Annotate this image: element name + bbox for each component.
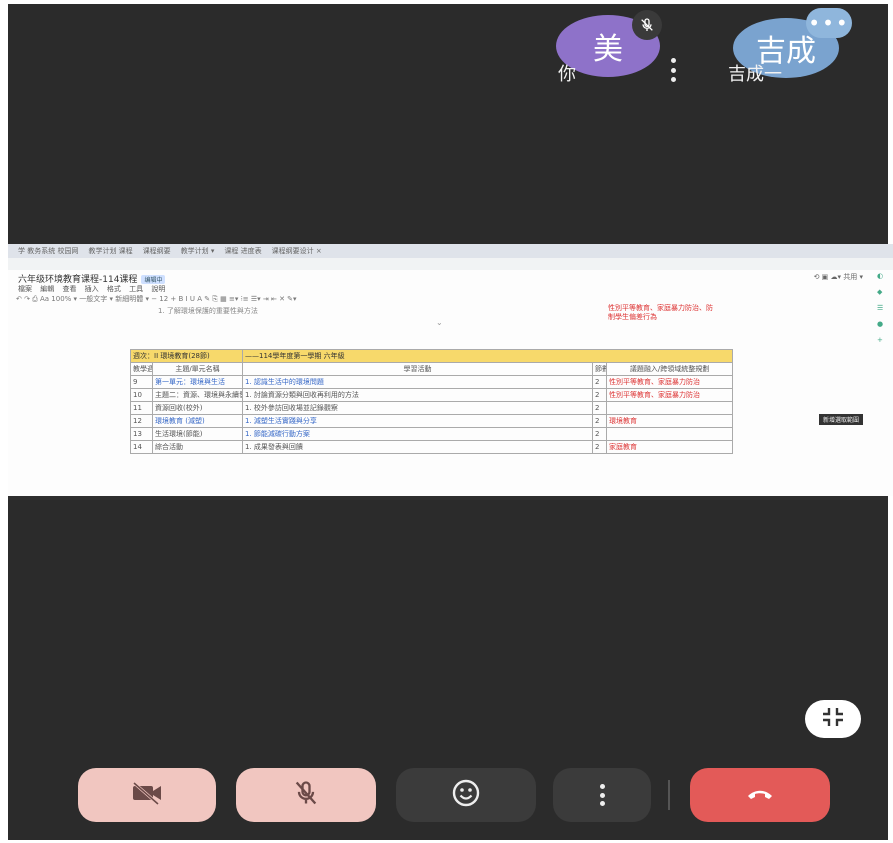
column-header: 主題/單元名稱: [151, 362, 244, 376]
document-note: 1. 了解環境保護的重要性與方法: [158, 307, 258, 315]
document-share-controls: ⟲ ▣ ☁▾ 共用 ▾: [813, 273, 863, 281]
table-cell: 家庭教育: [606, 440, 734, 454]
table-cell: [606, 427, 734, 441]
mic-off-icon: [292, 779, 320, 811]
table-cell: 13: [130, 427, 153, 441]
section-subtitle: ——114學年度第一學期 六年級: [242, 349, 734, 363]
table-cell: 14: [130, 440, 153, 454]
browser-tab: 课程 进度表: [224, 247, 262, 255]
emoji-icon: [451, 778, 481, 812]
browser-tab: 教学计划 课程: [88, 247, 133, 255]
table-cell: 主題二：資源、環境與永續發展: [151, 388, 244, 402]
side-panel-icon: ●: [877, 320, 884, 328]
table-section-header: 週次：II 環境教育(28節) ——114學年度第一學期 六年級: [129, 349, 734, 363]
table-row: 12 環境教育 (減塑) 1. 減塑生活實踐與分享 2 環境教育: [130, 414, 734, 428]
table-row: 10 主題二：資源、環境與永續發展 1. 討論資源分類與回收再利用的方法 2 性…: [130, 388, 734, 402]
side-panel-icon: ◆: [877, 288, 883, 296]
table-header-row: 教學週次 主題/單元名稱 學習活動 節數 議題融入/跨領域統整規劃: [130, 362, 734, 376]
table-row: 11 資源回收(校外) 1. 校外參訪回收場並記錄觀察 2: [130, 401, 734, 415]
table-cell: 2: [592, 375, 608, 389]
table-cell: 10: [130, 388, 153, 402]
browser-tab: 课程纲要: [142, 247, 171, 255]
table-cell: 生活環境(節能): [151, 427, 244, 441]
browser-tab: 教学计划 ▾: [180, 247, 215, 255]
table-cell: 2: [592, 427, 608, 441]
side-panel-icon: ◐: [877, 272, 884, 280]
table-row: 13 生活環境(節能) 1. 節能減碳行動方案 2: [130, 427, 734, 441]
more-horizontal-icon[interactable]: •••: [806, 8, 852, 38]
table-cell: 第一單元：環境與生活: [151, 375, 244, 389]
control-divider: [668, 780, 670, 810]
column-header: 學習活動: [242, 362, 594, 376]
camera-off-icon: [130, 781, 164, 809]
end-call-button[interactable]: [690, 768, 830, 822]
table-cell: 性別平等教育、家庭暴力防治: [606, 375, 734, 389]
table-cell: 1. 節能減碳行動方案: [242, 427, 594, 441]
table-cell: 資源回收(校外): [151, 401, 244, 415]
side-panel-icon: ☰: [877, 304, 884, 312]
section-title: 週次：II 環境教育(28節): [129, 349, 244, 363]
hangup-phone-icon: [745, 785, 775, 805]
muted-mic-icon: [632, 10, 662, 40]
table-row: 14 綜合活動 1. 成果發表與回饋 2 家庭教育: [130, 440, 734, 454]
table-cell: 2: [592, 388, 608, 402]
table-cell: 1. 討論資源分類與回收再利用的方法: [242, 388, 594, 402]
table-cell: 2: [592, 414, 608, 428]
document-tooltip: 新增選取範圍: [818, 414, 863, 425]
document-side-panel: ◐ ◆ ☰ ● +: [877, 272, 889, 344]
url-bar: [8, 258, 893, 270]
table-cell: 11: [130, 401, 153, 415]
table-cell: 環境教育 (減塑): [151, 414, 244, 428]
browser-tab-strip: 学 教务系统 校园网 教学计划 课程 课程纲要 教学计划 ▾ 课程 进度表 课程…: [8, 244, 893, 258]
participant-options-icon[interactable]: [668, 58, 678, 82]
table-cell: 12: [130, 414, 153, 428]
table-cell: 2: [592, 401, 608, 415]
more-vertical-icon: [599, 784, 605, 806]
exit-fullscreen-icon: [820, 706, 846, 732]
table-cell: 9: [130, 375, 153, 389]
table-cell: 綜合活動: [151, 440, 244, 454]
participant-name-label: 吉成一: [728, 64, 782, 85]
side-panel-icon: +: [877, 336, 883, 344]
column-header: 教學週次: [130, 362, 153, 376]
browser-tab: 学 教务系统 校园网: [18, 247, 79, 255]
table-cell: 2: [592, 440, 608, 454]
exit-fullscreen-button[interactable]: [805, 700, 861, 738]
document-status-badge: 编辑中: [141, 275, 166, 284]
my-name-label: 你: [558, 64, 576, 85]
more-options-button[interactable]: [553, 768, 651, 822]
browser-tab: 课程纲要设计 ×: [271, 247, 322, 255]
table-cell: 1. 減塑生活實踐與分享: [242, 414, 594, 428]
camera-toggle-button[interactable]: [78, 768, 216, 822]
reactions-button[interactable]: [396, 768, 536, 822]
column-header: 節數: [592, 362, 608, 376]
table-cell: 1. 認識生活中的環境問題: [242, 375, 594, 389]
table-cell: 性別平等教育、家庭暴力防治: [606, 388, 734, 402]
course-plan-table: 週次：II 環境教育(28節) ——114學年度第一學期 六年級 教學週次 主題…: [129, 349, 734, 454]
table-cell: 環境教育: [606, 414, 734, 428]
table-cell: [606, 401, 734, 415]
shared-screen: 学 教务系统 校园网 教学计划 课程 课程纲要 教学计划 ▾ 课程 进度表 课程…: [8, 244, 893, 496]
my-initial: 美: [593, 32, 623, 67]
document-note-red: 性別平等教育、家庭暴力防治、防制學生偏差行為: [608, 304, 713, 321]
document-toolbar: ↶ ↷ ⎙ Aa 100% ▾ 一般文字 ▾ 新細明體 ▾ − 12 + B I…: [16, 295, 297, 303]
chevron-down-icon: ⌄: [436, 318, 443, 327]
table-cell: 1. 成果發表與回饋: [242, 440, 594, 454]
document-menu: 檔案 編輯 查看 插入 格式 工具 說明: [18, 285, 166, 293]
table-row: 9 第一單元：環境與生活 1. 認識生活中的環境問題 2 性別平等教育、家庭暴力…: [130, 375, 734, 389]
table-cell: 1. 校外參訪回收場並記錄觀察: [242, 401, 594, 415]
column-header: 議題融入/跨領域統整規劃: [606, 362, 734, 376]
mic-toggle-button[interactable]: [236, 768, 376, 822]
